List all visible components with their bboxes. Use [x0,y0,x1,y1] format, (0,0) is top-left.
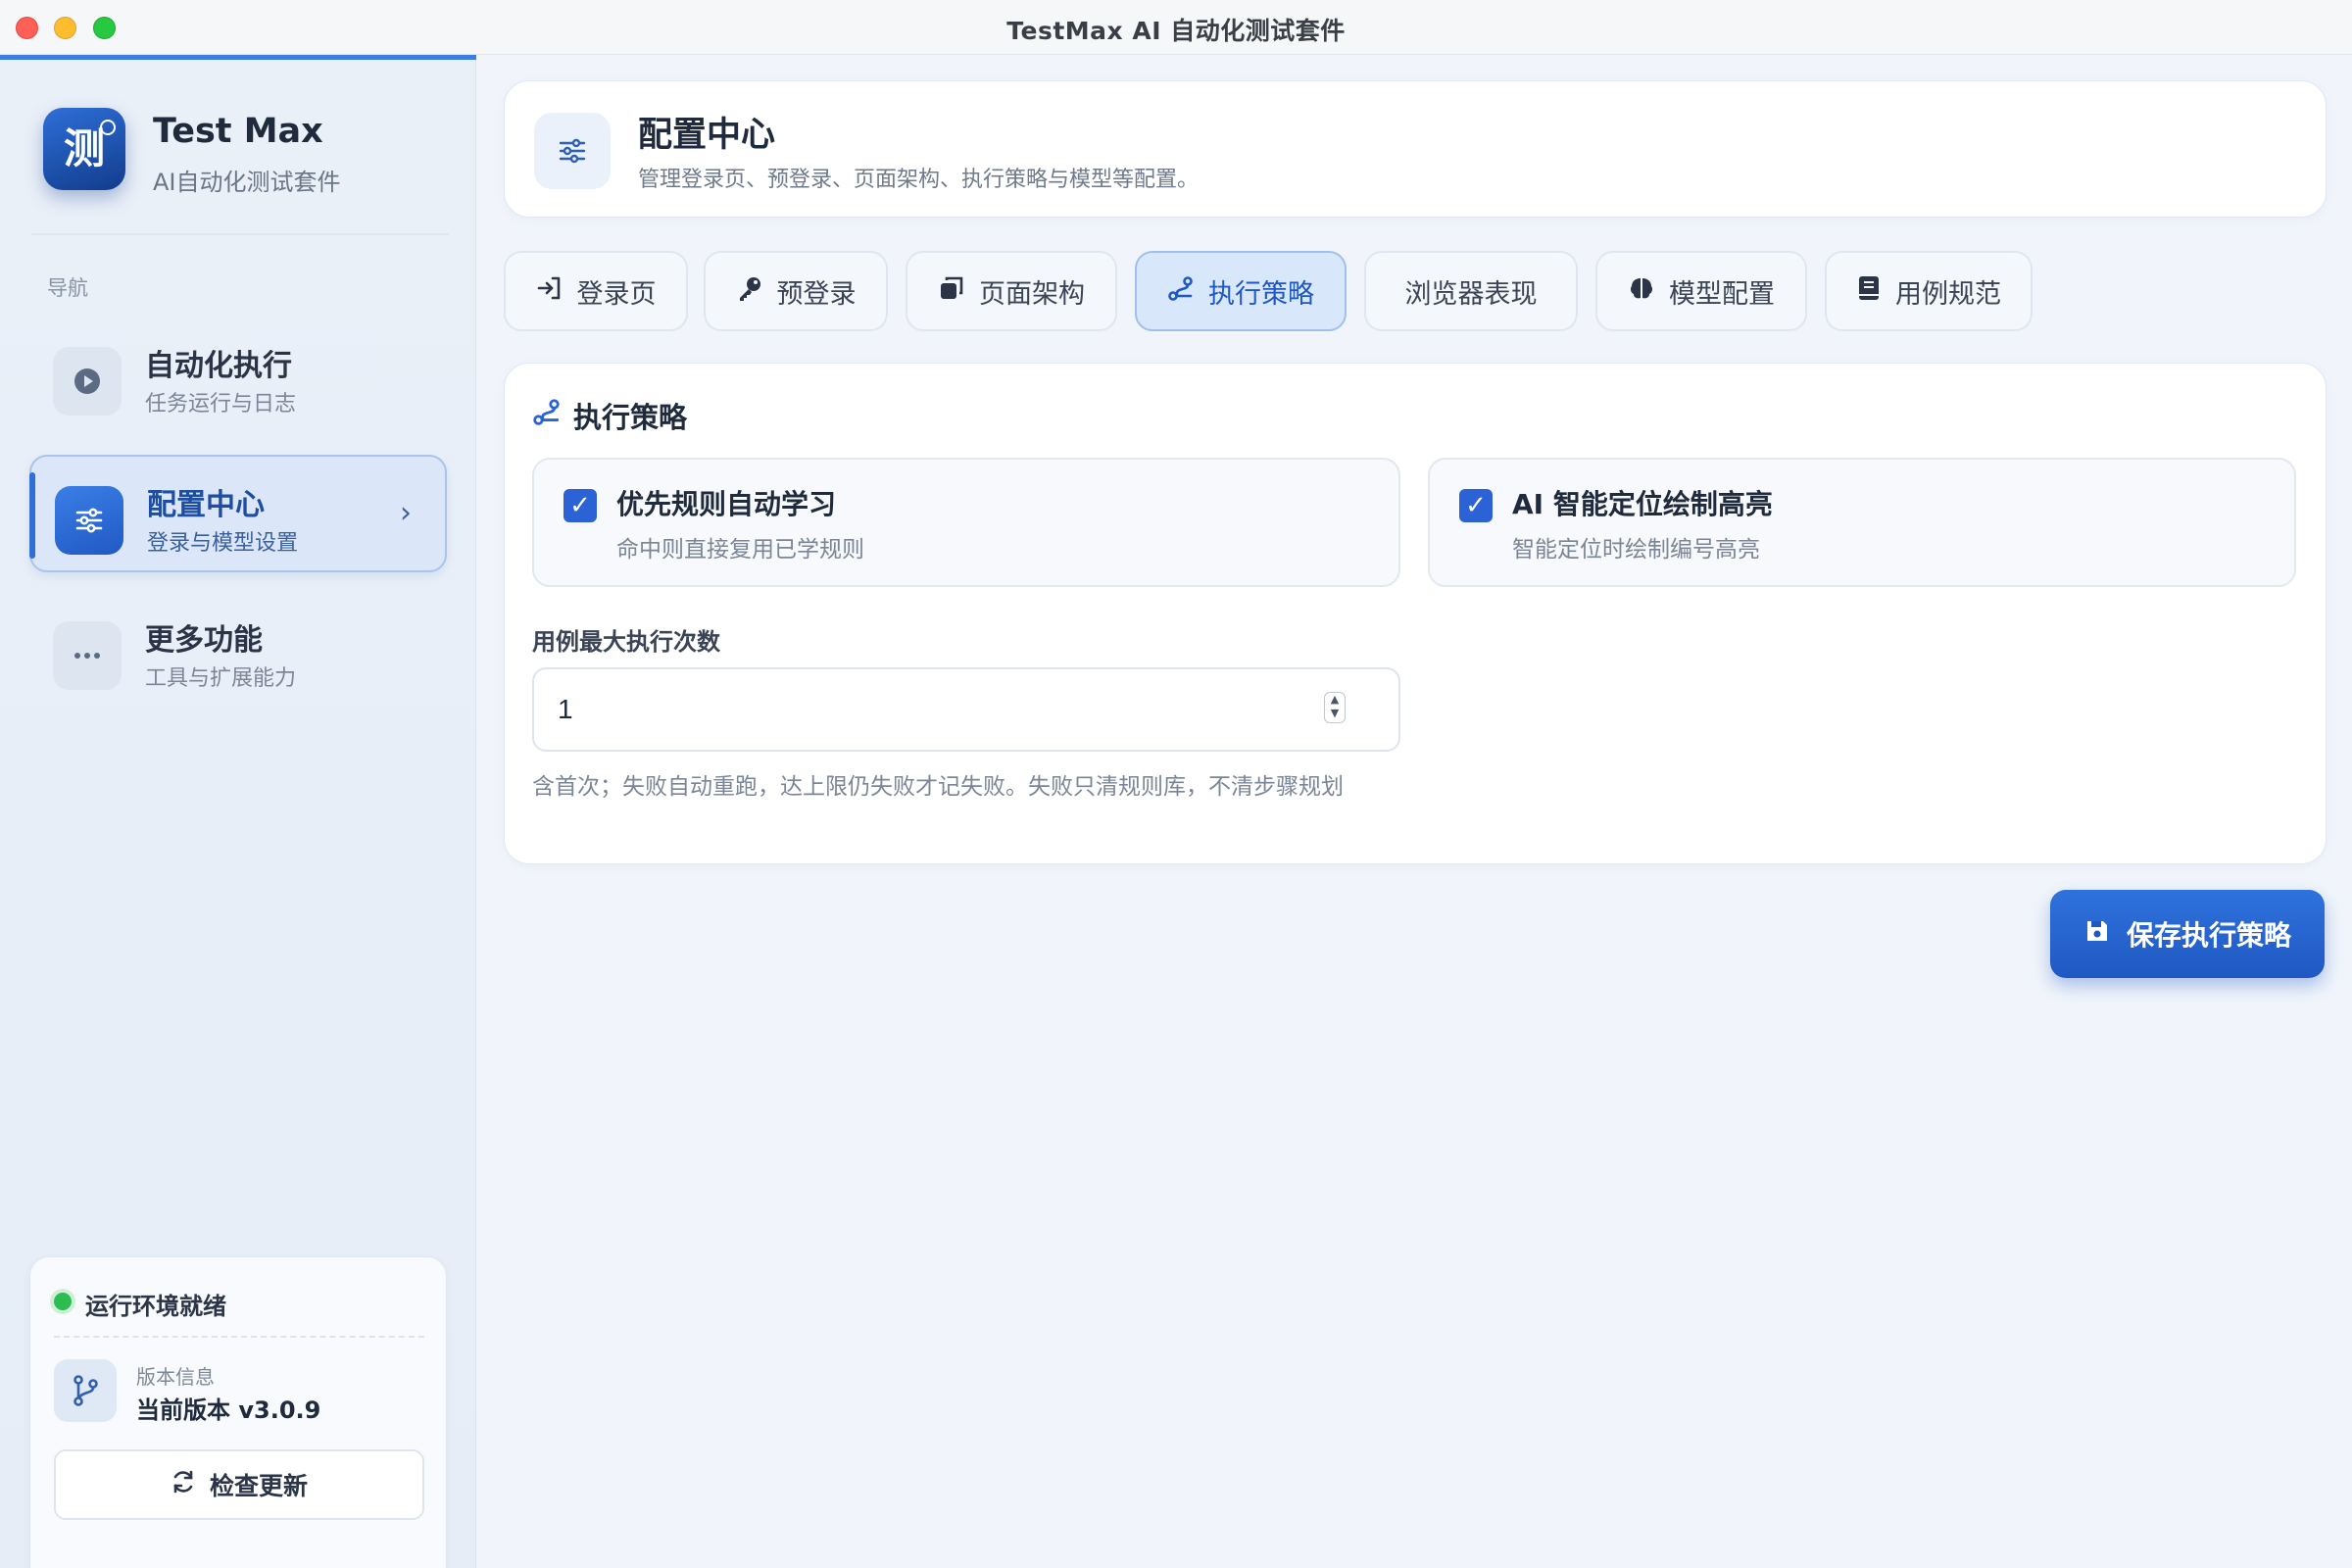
save-button-label: 保存执行策略 [2126,919,2291,952]
version-value: 当前版本 v3.0.9 [136,1396,321,1424]
tab-label: 浏览器表现 [1404,278,1538,310]
key-icon [736,274,763,309]
book-icon [1856,274,1882,309]
max-runs-input[interactable] [532,667,1400,752]
sidebar-item-subtitle: 工具与扩展能力 [145,666,297,691]
tab-pre-login[interactable]: 预登录 [704,251,888,331]
route-icon [1167,274,1195,309]
copy-icon [938,274,965,309]
route-icon [532,397,562,430]
status-indicator-dot [54,1293,72,1310]
sidebar-divider [31,233,449,235]
option-title: 优先规则自动学习 [616,488,837,520]
tab-page-architecture[interactable]: 页面架构 [906,251,1117,331]
environment-status-text: 运行环境就绪 [85,1293,226,1320]
option-ai-highlight[interactable]: ✓ AI 智能定位绘制高亮 智能定位时绘制编号高亮 [1428,458,2296,587]
ai-highlight-checkbox[interactable]: ✓ [1459,489,1493,522]
section-title: 执行策略 [573,401,688,434]
environment-status-card: 运行环境就绪 版本信息 当前版本 v3.0.9 检查更新 [29,1256,447,1568]
app-name: Test Max [153,112,323,151]
app-logo-char: 测 [63,124,105,172]
tab-browser-behavior[interactable]: 浏览器表现 [1364,251,1578,331]
app-logo: 测 [43,108,125,190]
tab-model-config[interactable]: 模型配置 [1595,251,1807,331]
logo-ai-badge [100,120,116,135]
option-subtitle: 命中则直接复用已学规则 [616,537,864,563]
app-window: TestMax AI 自动化测试套件 测 Test Max AI自动化测试套件 … [0,0,2352,1568]
tab-label: 用例规范 [1895,278,2001,310]
check-update-button[interactable]: 检查更新 [54,1449,424,1520]
tab-execution-strategy[interactable]: 执行策略 [1135,251,1347,331]
number-stepper[interactable]: ▲ ▼ [1324,692,1346,723]
max-runs-hint: 含首次；失败自动重跑，达上限仍失败才记失败。失败只清规则库，不清步骤规划 [532,774,1344,800]
tab-label: 页面架构 [979,278,1085,310]
more-icon [53,621,122,690]
refresh-icon [171,1469,196,1500]
sidebar-item-automation[interactable]: 自动化执行 任务运行与日志 [29,318,447,435]
option-title: AI 智能定位绘制高亮 [1512,488,1773,520]
execution-strategy-panel: 执行策略 ✓ 优先规则自动学习 命中则直接复用已学规则 ✓ AI 智能定位绘制高… [504,363,2327,864]
tab-test-case-spec[interactable]: 用例规范 [1825,251,2033,331]
sidebar-item-subtitle: 任务运行与日志 [145,392,297,416]
play-icon [53,347,122,416]
status-divider [54,1336,424,1338]
rule-learning-checkbox[interactable]: ✓ [564,489,597,522]
chevron-right-icon: › [400,496,412,530]
git-branch-icon [54,1359,117,1422]
save-icon [2083,917,2111,952]
window-title: TestMax AI 自动化测试套件 [1006,17,1346,45]
version-label: 版本信息 [136,1365,215,1389]
nav-section-label: 导航 [47,276,88,300]
page-header: 配置中心 管理登录页、预登录、页面架构、执行策略与模型等配置。 [504,80,2327,218]
sidebar-item-config[interactable]: 配置中心 登录与模型设置 › [29,455,447,572]
tab-label: 执行策略 [1208,278,1314,310]
app-subtitle: AI自动化测试套件 [153,169,341,196]
option-subtitle: 智能定位时绘制编号高亮 [1512,537,1760,563]
sliders-icon [534,113,611,189]
sign-in-icon [536,274,564,309]
max-runs-label: 用例最大执行次数 [532,628,720,656]
sidebar-item-subtitle: 登录与模型设置 [147,531,299,556]
tab-login-page[interactable]: 登录页 [504,251,688,331]
save-strategy-button[interactable]: 保存执行策略 [2050,890,2325,978]
page-title: 配置中心 [638,116,776,155]
title-bar: TestMax AI 自动化测试套件 [0,0,2352,55]
tab-label: 模型配置 [1669,278,1775,310]
page-subtitle: 管理登录页、预登录、页面架构、执行策略与模型等配置。 [638,168,1200,192]
tab-label: 预登录 [776,278,857,310]
sliders-icon [55,486,123,555]
sidebar: 测 Test Max AI自动化测试套件 导航 自动化执行 任务运行与日志 配置… [0,55,476,1568]
sidebar-accent-line [0,55,476,60]
sidebar-item-title: 配置中心 [147,488,265,522]
sidebar-item-title: 更多功能 [145,623,263,658]
check-update-label: 检查更新 [209,1472,308,1500]
sidebar-item-title: 自动化执行 [145,349,292,383]
sidebar-item-more[interactable]: 更多功能 工具与扩展能力 [29,592,447,710]
tab-label: 登录页 [576,278,657,310]
brain-icon [1628,274,1655,309]
option-rule-auto-learning[interactable]: ✓ 优先规则自动学习 命中则直接复用已学规则 [532,458,1400,587]
